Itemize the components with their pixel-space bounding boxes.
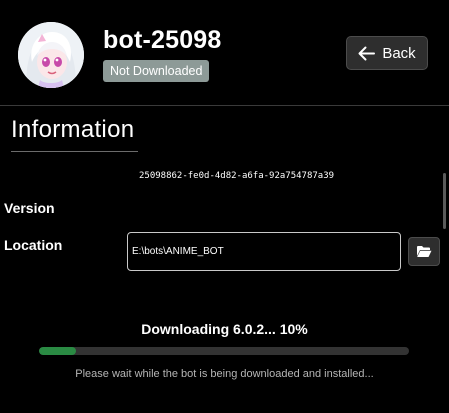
version-label: Version bbox=[4, 200, 55, 216]
wait-message: Please wait while the bot is being downl… bbox=[75, 368, 374, 380]
back-button[interactable]: Back bbox=[346, 36, 428, 70]
browse-folder-button[interactable] bbox=[408, 237, 440, 266]
header-divider bbox=[0, 105, 449, 106]
section-title: Information bbox=[11, 116, 135, 143]
location-label: Location bbox=[4, 237, 63, 253]
bot-header: bot-25098 Not Downloaded Back bbox=[0, 0, 449, 106]
bot-name: bot-25098 bbox=[103, 26, 222, 54]
location-input[interactable] bbox=[127, 232, 401, 271]
scrollbar-thumb[interactable] bbox=[443, 173, 446, 229]
arrow-left-icon bbox=[358, 46, 376, 60]
download-progress-fill bbox=[39, 347, 76, 355]
section-title-underline bbox=[11, 151, 138, 152]
back-button-label: Back bbox=[382, 44, 416, 62]
download-progress-bar bbox=[39, 347, 409, 355]
download-progress-text: Downloading 6.0.2... 10% bbox=[141, 321, 308, 337]
folder-open-icon bbox=[417, 246, 432, 257]
bot-id: 25098862-fe0d-4d82-a6fa-92a754787a39 bbox=[139, 171, 335, 181]
status-badge: Not Downloaded bbox=[103, 60, 210, 82]
bot-avatar bbox=[18, 22, 84, 88]
anime-girl-avatar-icon bbox=[18, 22, 84, 88]
